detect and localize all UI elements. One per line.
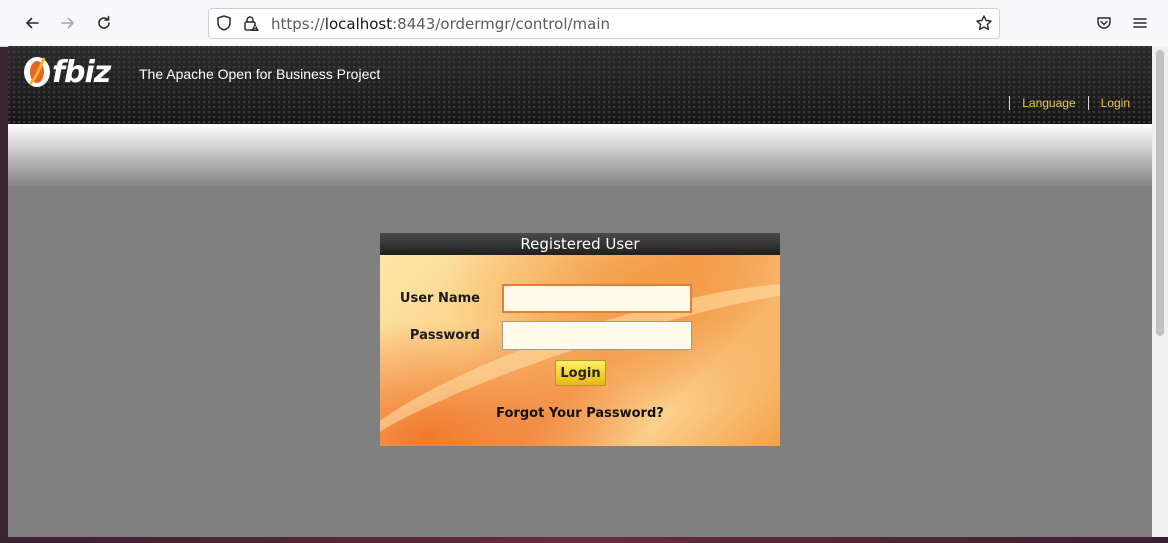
pocket-button[interactable]: [1089, 8, 1119, 38]
ofbiz-logo[interactable]: fbiz: [20, 52, 111, 92]
arrow-right-icon: [61, 17, 74, 29]
header-links: Language Login: [997, 96, 1130, 110]
lock-warning-icon[interactable]: [242, 14, 260, 36]
hamburger-menu-icon: [1133, 18, 1147, 28]
login-form: User Name Password Login Forgot Your Pas…: [380, 255, 780, 446]
page-viewport: fbiz The Apache Open for Business Projec…: [8, 46, 1152, 537]
url-path: :8443/ordermgr/control/main: [392, 15, 611, 33]
url-text[interactable]: https://localhost:8443/ordermgr/control/…: [271, 15, 610, 33]
url-bar[interactable]: https://localhost:8443/ordermgr/control/…: [208, 8, 1000, 39]
menu-button[interactable]: [1125, 8, 1155, 38]
header-login-link[interactable]: Login: [1101, 96, 1130, 110]
divider: [1009, 96, 1011, 110]
forgot-password-link[interactable]: Forgot Your Password?: [380, 406, 780, 421]
ofbiz-logo-mark: [24, 57, 50, 87]
login-panel-title: Registered User: [380, 233, 780, 255]
password-label: Password: [409, 328, 480, 343]
username-input[interactable]: [502, 284, 692, 313]
desktop-background: [0, 537, 1168, 543]
pocket-icon: [1097, 17, 1111, 29]
divider: [1087, 96, 1089, 110]
forward-button[interactable]: [53, 8, 83, 38]
reload-button[interactable]: [89, 8, 119, 38]
login-panel: Registered User User Name Password Login…: [380, 233, 780, 446]
browser-toolbar: https://localhost:8443/ordermgr/control/…: [0, 0, 1168, 47]
scrollbar-thumb[interactable]: [1156, 50, 1164, 336]
logo-text: fbiz: [52, 54, 111, 90]
star-icon[interactable]: [975, 14, 993, 36]
arrow-left-icon: [26, 17, 39, 29]
language-link[interactable]: Language: [1022, 96, 1075, 110]
header-gradient-band: [8, 124, 1152, 186]
url-host: localhost: [324, 15, 393, 33]
username-label: User Name: [399, 291, 480, 306]
shield-icon[interactable]: [215, 14, 233, 36]
login-button[interactable]: Login: [555, 360, 606, 386]
back-button[interactable]: [17, 8, 47, 38]
header-tagline: The Apache Open for Business Project: [139, 66, 381, 82]
app-header: fbiz The Apache Open for Business Projec…: [8, 46, 1152, 124]
url-prefix: https://: [271, 15, 325, 33]
reload-icon: [98, 15, 110, 29]
password-input[interactable]: [502, 321, 692, 350]
